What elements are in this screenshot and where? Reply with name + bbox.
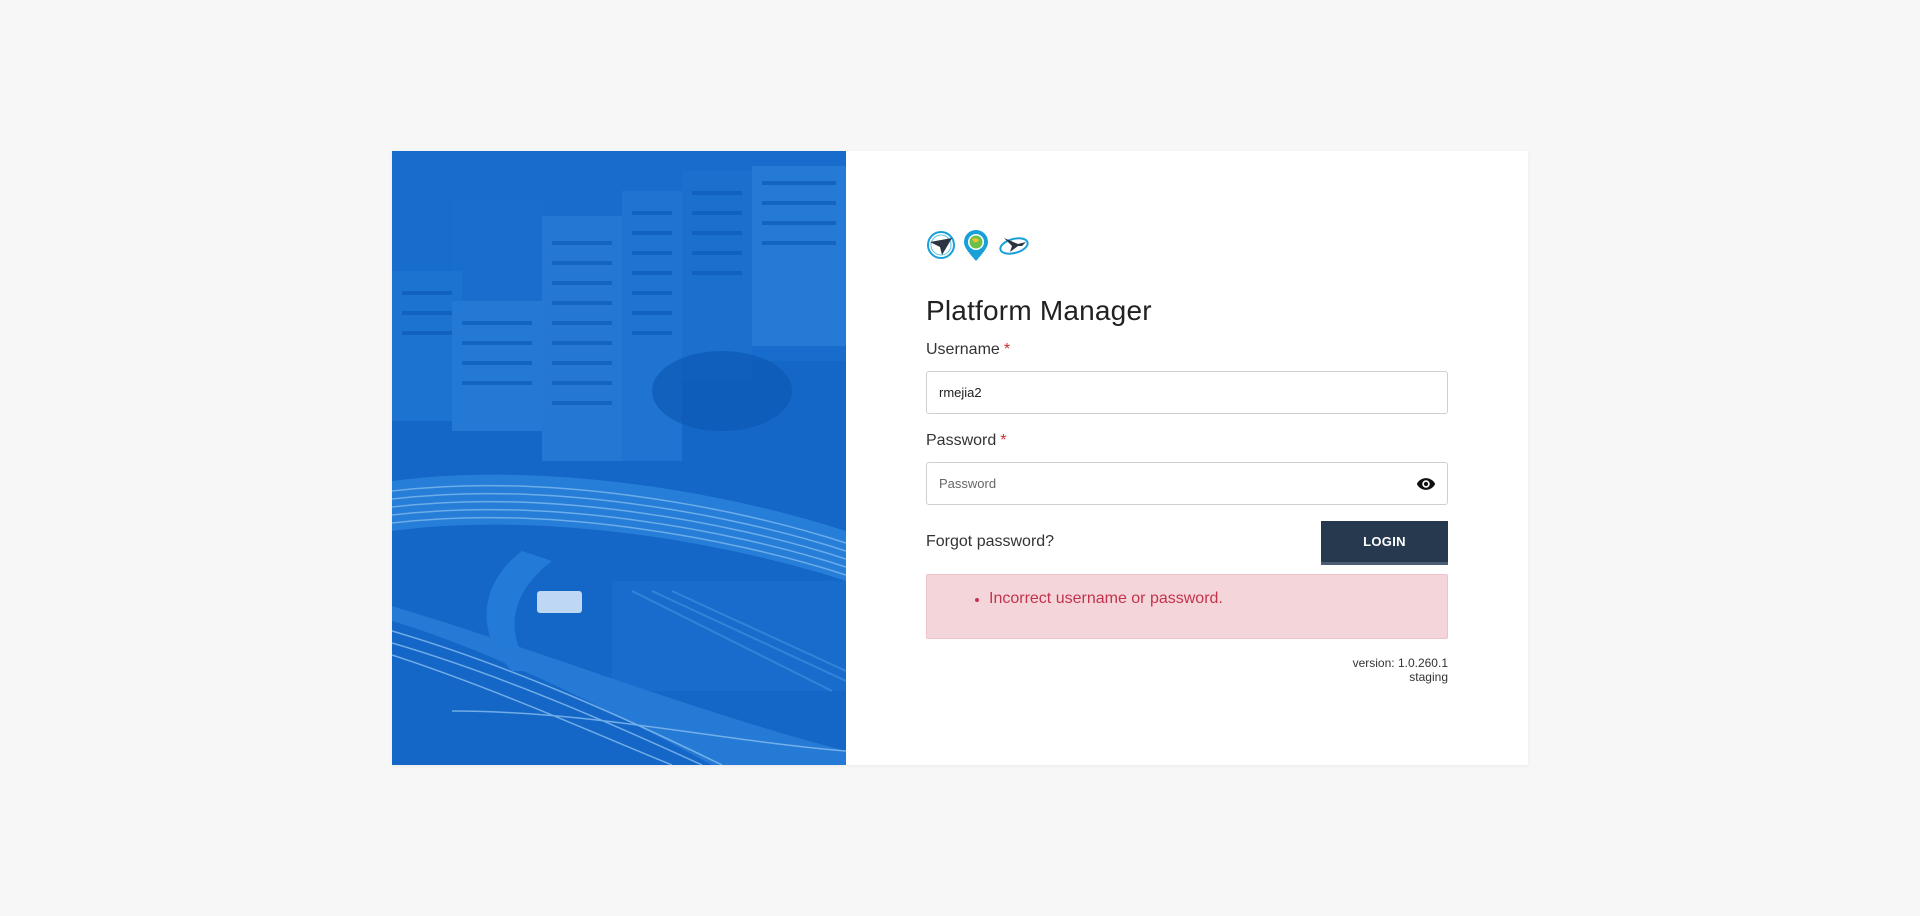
hero-city-image xyxy=(392,151,846,765)
password-label-text: Password xyxy=(926,432,997,449)
environment-label: staging xyxy=(1409,670,1448,684)
map-pin-globe-logo-icon xyxy=(962,230,992,261)
forgot-password-link[interactable]: Forgot password? xyxy=(926,533,1054,551)
error-message: Incorrect username or password. xyxy=(989,590,1223,608)
username-label-text: Username xyxy=(926,341,1000,358)
version-number: version: 1.0.260.1 xyxy=(1352,656,1448,670)
username-field-wrapper xyxy=(926,371,1448,414)
eye-icon[interactable] xyxy=(1415,474,1437,494)
login-panel: Platform Manager Username* Password* For… xyxy=(846,151,1528,765)
login-card: Platform Manager Username* Password* For… xyxy=(392,151,1528,765)
login-button[interactable]: LOGIN xyxy=(1321,521,1448,565)
logo-group xyxy=(926,230,1029,261)
plane-orbit-logo-icon xyxy=(998,230,1029,260)
username-required-marker: * xyxy=(1003,341,1011,358)
error-list: Incorrect username or password. xyxy=(989,590,1223,608)
page-title: Platform Manager xyxy=(926,295,1152,326)
username-input[interactable] xyxy=(927,372,1447,413)
password-input[interactable] xyxy=(927,463,1447,504)
version-info: version: 1.0.260.1 staging xyxy=(1353,656,1448,684)
error-alert: Incorrect username or password. xyxy=(926,574,1448,639)
paper-plane-logo-icon xyxy=(926,230,956,260)
password-field-wrapper xyxy=(926,462,1448,505)
password-required-marker: * xyxy=(1000,432,1007,449)
password-label: Password * xyxy=(926,432,1006,450)
username-label: Username * xyxy=(926,341,1010,359)
